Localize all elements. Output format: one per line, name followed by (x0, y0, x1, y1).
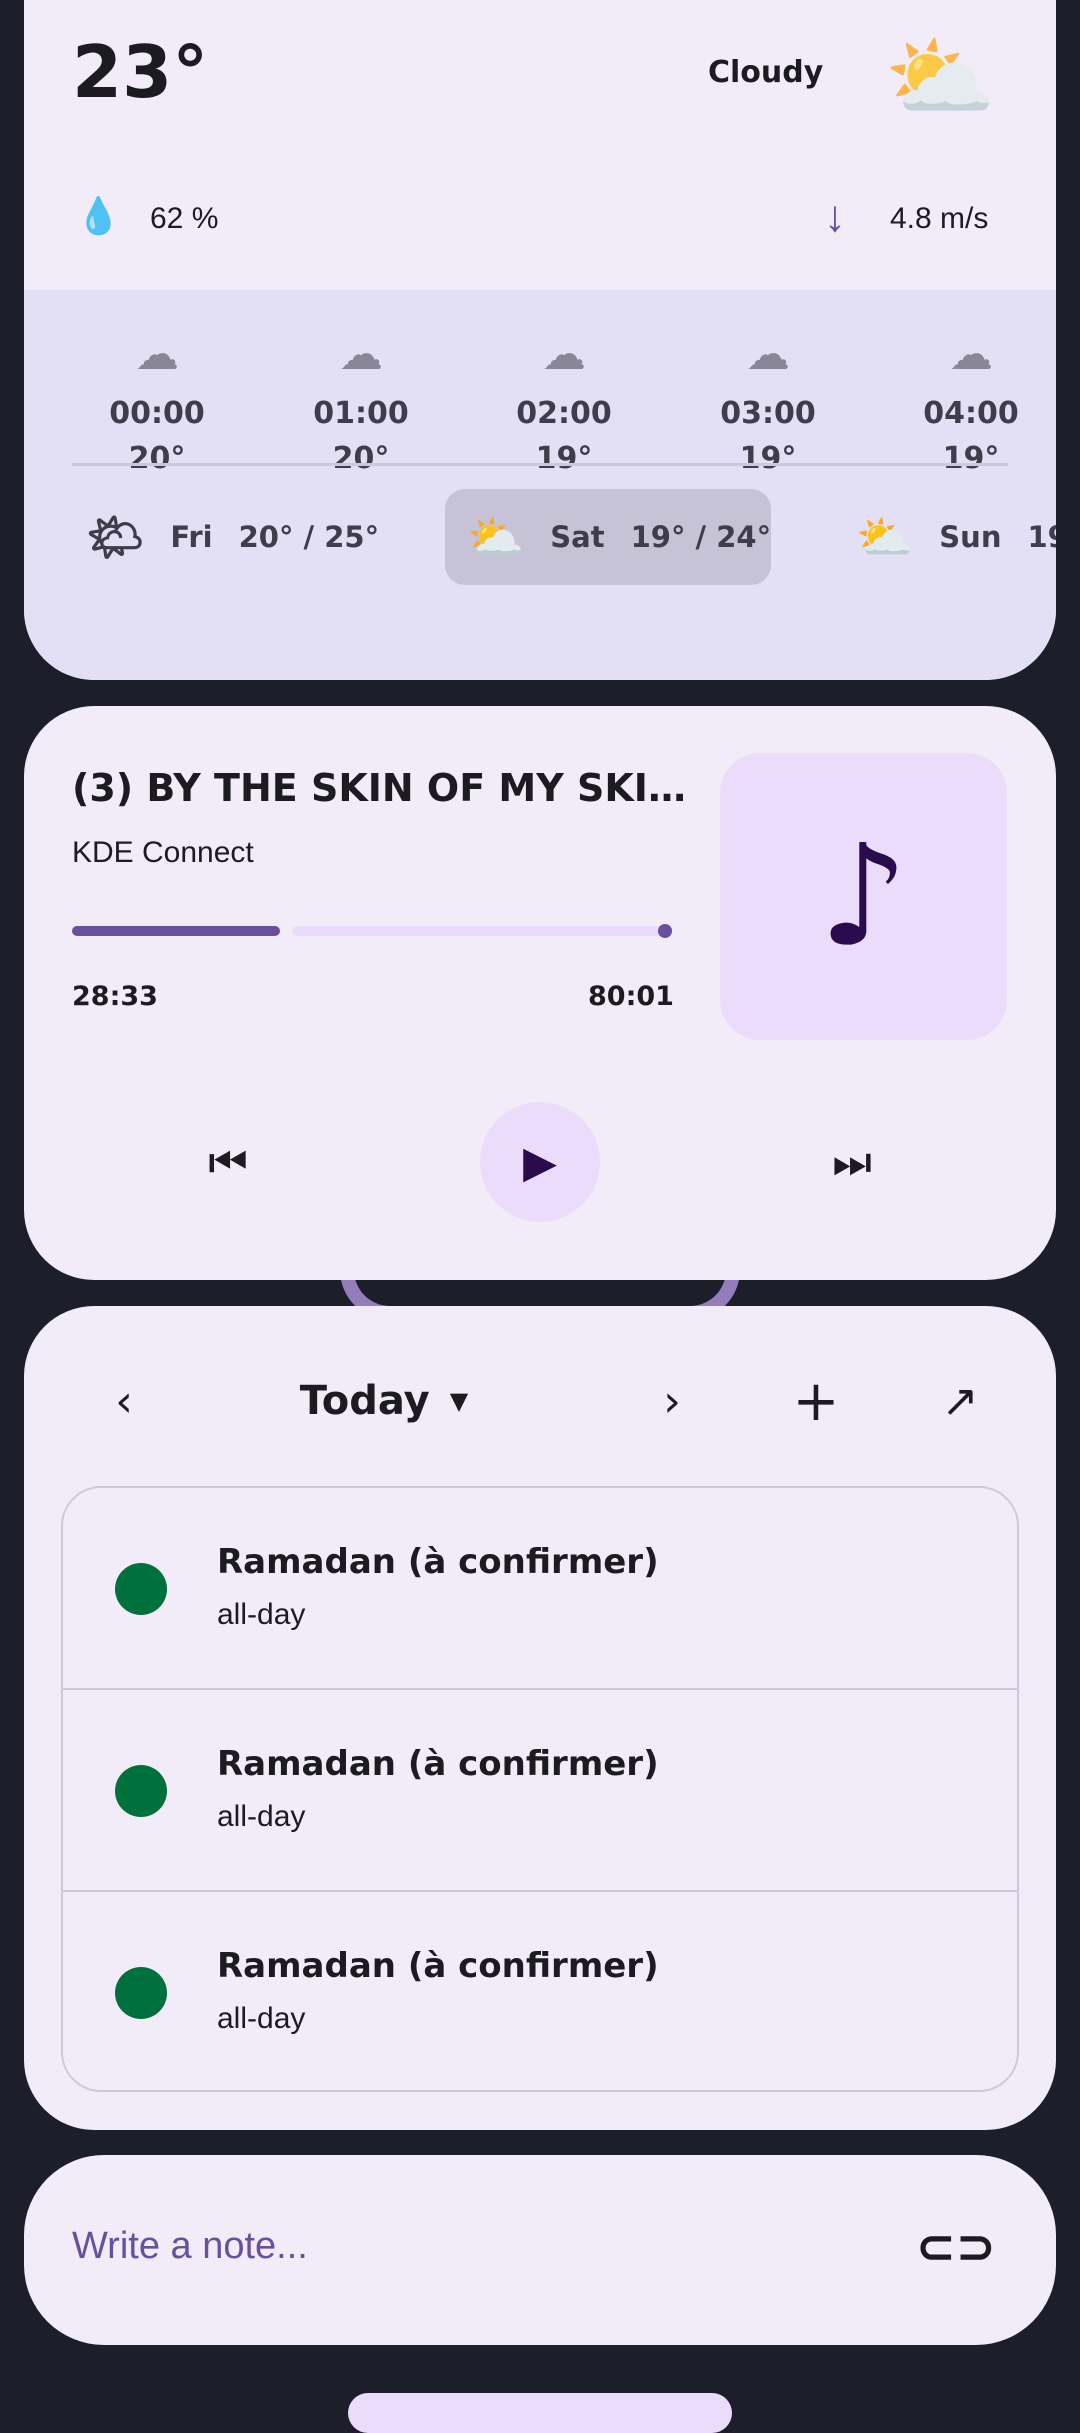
event-title: Ramadan (à confirmer) (217, 1744, 659, 1784)
next-widget-edge (348, 2393, 732, 2433)
hour-temp: 20° (332, 441, 390, 476)
date-range-dropdown[interactable]: Today ▼ (264, 1366, 504, 1436)
cloudy-night-icon: ☁ (339, 329, 383, 380)
note-widget: Write a note... ⊂⊃ (24, 2155, 1056, 2345)
hourly-item: ☁ 01:00 20° (291, 320, 431, 476)
add-event-button[interactable]: + (786, 1366, 846, 1436)
hour-time: 03:00 (720, 396, 816, 431)
dropdown-arrow-icon: ▼ (449, 1387, 469, 1415)
current-temperature: 23° (72, 30, 209, 114)
cloudy-night-icon: ☁ (949, 329, 993, 380)
next-button[interactable]: ⏭ (792, 1102, 912, 1222)
date-range-label: Today (299, 1378, 430, 1424)
chevron-left-icon: ‹ (115, 1375, 133, 1427)
hourly-item: ☁ 03:00 19° (698, 320, 838, 476)
hour-time: 02:00 (516, 396, 612, 431)
open-external-icon: ↗ (941, 1375, 979, 1427)
day-name: Fri (170, 520, 213, 554)
event-list: Ramadan (à confirmer) all-day Ramadan (à … (61, 1486, 1019, 2092)
total-duration: 80:01 (588, 981, 674, 1012)
seek-end-marker (658, 924, 672, 938)
hour-temp: 20° (128, 441, 186, 476)
daily-item-sat[interactable]: ⛅ Sat 19° / 24° (445, 489, 771, 585)
hour-temp: 19° (739, 441, 797, 476)
media-player-widget: (3) BY THE SKIN OF MY SKI… KDE Connect 2… (24, 706, 1056, 1280)
next-day-button[interactable]: › (642, 1366, 702, 1436)
elapsed-time: 28:33 (72, 981, 158, 1012)
open-calendar-button[interactable]: ↗ (930, 1366, 990, 1436)
music-note-icon: ♪ (720, 753, 1007, 1040)
previous-button[interactable]: ⏮ (168, 1102, 288, 1222)
event-time: all-day (217, 1800, 306, 1833)
skip-next-icon: ⏭ (832, 1136, 872, 1188)
calendar-widget: ‹ Today ▼ › + ↗ Ramadan (à confirmer) all-… (24, 1306, 1056, 2130)
wind-speed: 4.8 m/s (890, 202, 989, 235)
day-name: Sat (550, 520, 605, 554)
sun-cloud-icon: ⛅ (856, 509, 914, 564)
hourly-item: ☁ 00:00 20° (87, 320, 227, 476)
cloudy-night-icon: ☁ (135, 329, 179, 380)
event-item[interactable]: Ramadan (à confirmer) all-day (63, 1488, 1017, 1690)
seek-remaining (292, 926, 672, 936)
event-title: Ramadan (à confirmer) (217, 1946, 659, 1986)
event-time: all-day (217, 2002, 306, 2035)
chevron-right-icon: › (663, 1375, 681, 1427)
sun-cloud-icon: ⛅ (467, 509, 525, 564)
day-range: 19° / 24° (630, 520, 772, 554)
track-title: (3) BY THE SKIN OF MY SKI… (72, 766, 686, 810)
play-icon: ▶ (523, 1136, 557, 1188)
day-range: 19° (1027, 520, 1056, 554)
seek-bar[interactable] (72, 924, 672, 938)
event-title: Ramadan (à confirmer) (217, 1542, 659, 1582)
day-name: Sun (939, 520, 1002, 554)
divider (72, 463, 1008, 466)
link-icon[interactable]: ⊂⊃ (916, 2219, 996, 2275)
weather-condition: Cloudy (708, 55, 824, 90)
hour-time: 04:00 (923, 396, 1019, 431)
event-color-dot (115, 1563, 167, 1615)
weather-widget[interactable]: 23° Cloudy ⛅ 💧 62 % ↓ 4.8 m/s ☁ 00:00 20° … (24, 0, 1056, 680)
event-color-dot (115, 1765, 167, 1817)
event-item[interactable]: Ramadan (à confirmer) all-day (63, 1892, 1017, 2090)
skip-previous-icon: ⏮ (208, 1136, 248, 1188)
plus-icon: + (792, 1368, 840, 1434)
wind-direction-icon: ↓ (824, 192, 846, 241)
humidity-icon: 💧 (76, 195, 121, 236)
hour-temp: 19° (942, 441, 1000, 476)
humidity-value: 62 % (150, 202, 219, 235)
hourly-item: ☁ 04:00 19° (901, 320, 1041, 476)
daily-item-fri[interactable]: 🌤 Fri 20° / 25° (64, 489, 401, 585)
hour-time: 00:00 (109, 396, 205, 431)
seek-progress (72, 926, 281, 936)
cloudy-night-icon: ☁ (746, 329, 790, 380)
hour-time: 01:00 (313, 396, 409, 431)
event-item[interactable]: Ramadan (à confirmer) all-day (63, 1690, 1017, 1892)
day-range: 20° / 25° (238, 520, 380, 554)
event-color-dot (115, 1967, 167, 2019)
hour-temp: 19° (535, 441, 593, 476)
media-source: KDE Connect (72, 836, 254, 869)
previous-day-button[interactable]: ‹ (94, 1366, 154, 1436)
note-input[interactable]: Write a note... (72, 2225, 308, 2268)
forecast-panel: ☁ 00:00 20° ☁ 01:00 20° ☁ 02:00 19° ☁ 03:00 19° … (24, 290, 1056, 680)
sun-cloud-icon: 🌤 (86, 509, 145, 564)
sun-behind-cloud-icon: ⛅ (884, 25, 997, 130)
play-button[interactable]: ▶ (480, 1102, 600, 1222)
daily-item-sun[interactable]: ⛅ Sun 19° (834, 489, 1056, 585)
cloudy-night-icon: ☁ (542, 329, 586, 380)
hourly-item: ☁ 02:00 19° (494, 320, 634, 476)
event-time: all-day (217, 1598, 306, 1631)
